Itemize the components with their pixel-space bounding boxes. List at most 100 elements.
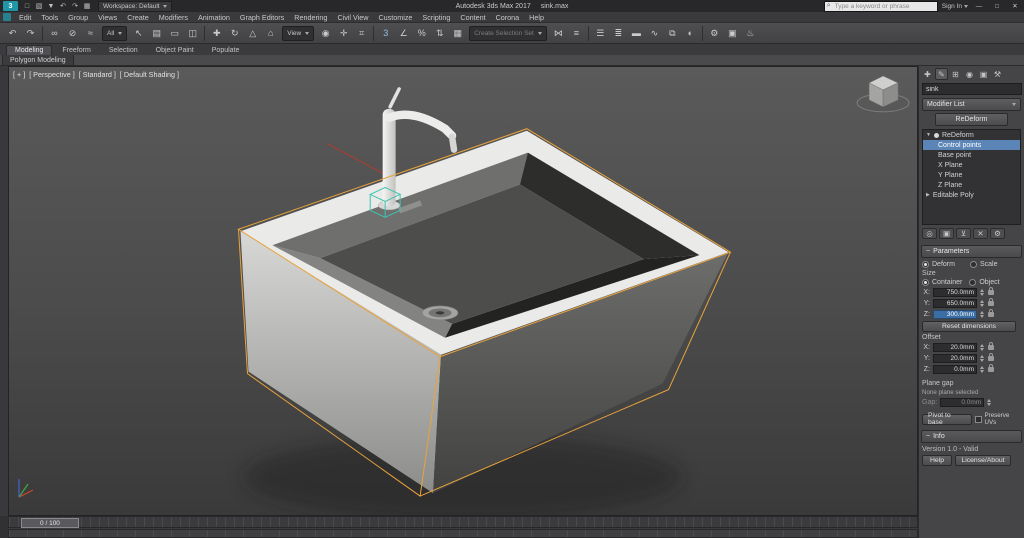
menu-views[interactable]: Views — [93, 13, 122, 22]
align-button[interactable]: ≡ — [568, 25, 585, 42]
menu-graph-editors[interactable]: Graph Editors — [235, 13, 289, 22]
close-button[interactable]: ✕ — [1008, 1, 1022, 11]
lock-icon[interactable] — [988, 345, 994, 350]
select-by-name-button[interactable]: ▤ — [148, 25, 165, 42]
use-pivot-point-center-button[interactable]: ◉ — [317, 25, 334, 42]
lock-icon[interactable] — [988, 301, 994, 306]
size-y-field[interactable]: 650.0mm — [933, 299, 977, 308]
viewcube[interactable] — [857, 76, 909, 112]
menu-animation[interactable]: Animation — [193, 13, 235, 22]
maximize-button[interactable]: □ — [990, 1, 1004, 11]
snaps-toggle-button[interactable]: 3 — [377, 25, 394, 42]
size-x-field[interactable]: 750.0mm — [933, 288, 977, 297]
size-x-spinner[interactable] — [980, 289, 984, 296]
selection-filter-dropdown[interactable]: All — [102, 26, 127, 41]
tab-create[interactable]: ✚ — [921, 68, 934, 80]
material-editor-button[interactable]: ◐ — [682, 25, 699, 42]
offset-y-spinner[interactable] — [980, 355, 984, 362]
reset-dimensions-button[interactable]: Reset dimensions — [922, 321, 1016, 332]
size-y-spinner[interactable] — [980, 300, 984, 307]
ribbon-tab-selection[interactable]: Selection — [101, 46, 146, 55]
ribbon-tab-populate[interactable]: Populate — [204, 46, 248, 55]
stack-item-z-plane[interactable]: Z Plane — [923, 180, 1020, 190]
signin-menu[interactable]: Sign In — [942, 3, 968, 10]
toggle-ribbon-button[interactable]: ▬ — [628, 25, 645, 42]
spinner-snap-toggle-button[interactable]: ⇅ — [431, 25, 448, 42]
select-and-link-button[interactable]: ∞ — [46, 25, 63, 42]
menu-scripting[interactable]: Scripting — [417, 13, 455, 22]
tab-hierarchy[interactable]: ⊞ — [949, 68, 962, 80]
new-scene-button[interactable]: □ — [21, 1, 33, 11]
tab-utilities[interactable]: ⚒ — [991, 68, 1004, 80]
modifier-list-dropdown[interactable]: Modifier List — [922, 98, 1021, 111]
menu-tools[interactable]: Tools — [36, 13, 63, 22]
keyboard-shortcut-override-button[interactable]: ⌗ — [353, 25, 370, 42]
toggle-layer-explorer-button[interactable]: ≣ — [610, 25, 627, 42]
search-input[interactable] — [833, 2, 933, 10]
menu-civil-view[interactable]: Civil View — [332, 13, 373, 22]
sink-model[interactable] — [240, 131, 728, 493]
curve-editor-button[interactable]: ∿ — [646, 25, 663, 42]
redeform-banner-button[interactable]: ReDeform — [935, 113, 1008, 126]
object-radio[interactable] — [969, 279, 976, 286]
redo-quick-button[interactable]: ↷ — [69, 1, 81, 11]
select-and-move-button[interactable]: ✚ — [208, 25, 225, 42]
viewport-general-menu[interactable]: [ + ] — [13, 70, 25, 79]
stack-item-y-plane[interactable]: Y Plane — [923, 170, 1020, 180]
rollout-info-header[interactable]: − Info — [921, 430, 1022, 443]
select-and-place-button[interactable]: ⌂ — [262, 25, 279, 42]
named-selection-set-dropdown[interactable]: Create Selection Set — [469, 26, 547, 41]
pivot-to-base-button[interactable]: Pivot to base — [922, 414, 972, 425]
viewport-standard-menu[interactable]: [ Standard ] — [79, 70, 116, 79]
menu-customize[interactable]: Customize — [373, 13, 417, 22]
select-object-button[interactable]: ↖ — [130, 25, 147, 42]
reference-coordinate-dropdown[interactable]: View — [282, 26, 314, 41]
redo-button[interactable]: ↷ — [22, 25, 39, 42]
ribbon-panel-polygon-modeling[interactable]: Polygon Modeling — [2, 55, 74, 66]
gap-spinner[interactable] — [987, 399, 991, 406]
angle-snap-toggle-button[interactable]: ∠ — [395, 25, 412, 42]
percent-snap-toggle-button[interactable]: % — [413, 25, 430, 42]
toggle-scene-explorer-button[interactable]: ☰ — [592, 25, 609, 42]
object-name-field[interactable] — [922, 83, 1022, 95]
menu-edit[interactable]: Edit — [14, 13, 36, 22]
preserve-uvs-checkbox[interactable] — [975, 416, 982, 423]
search-box[interactable]: ⌕ — [824, 1, 938, 12]
ribbon-tab-freeform[interactable]: Freeform — [54, 46, 98, 55]
menu-rendering[interactable]: Rendering — [289, 13, 332, 22]
render-production-button[interactable]: ♨ — [742, 25, 759, 42]
menu-content[interactable]: Content — [455, 13, 490, 22]
ribbon-tab-modeling[interactable]: Modeling — [6, 45, 52, 55]
offset-z-field[interactable]: 0.0mm — [933, 365, 977, 374]
configure-modifier-sets-button[interactable]: ⚙ — [990, 228, 1005, 239]
select-and-manipulate-button[interactable]: ✛ — [335, 25, 352, 42]
select-and-scale-button[interactable]: △ — [244, 25, 261, 42]
gap-field[interactable]: 0.0mm — [940, 398, 984, 407]
remove-modifier-button[interactable]: ✕ — [973, 228, 988, 239]
edit-named-selection-sets-button[interactable]: ▦ — [449, 25, 466, 42]
window-crossing-toggle-button[interactable]: ◫ — [184, 25, 201, 42]
tab-motion[interactable]: ◉ — [963, 68, 976, 80]
modifier-visibility-icon[interactable] — [934, 133, 939, 138]
stack-item-x-plane[interactable]: X Plane — [923, 160, 1020, 170]
offset-z-spinner[interactable] — [980, 366, 984, 373]
bind-to-space-warp-button[interactable]: ≈ — [82, 25, 99, 42]
rollout-parameters-header[interactable]: − Parameters — [921, 245, 1022, 258]
ribbon-tab-object-paint[interactable]: Object Paint — [148, 46, 202, 55]
size-z-spinner[interactable] — [980, 311, 984, 318]
stack-item-editable-poly[interactable]: ▶ Editable Poly — [923, 190, 1020, 200]
lock-icon[interactable] — [988, 312, 994, 317]
expand-icon[interactable]: ▼ — [926, 132, 931, 138]
minimize-button[interactable]: — — [972, 1, 986, 11]
workspace-dropdown[interactable]: Workspace: Default — [98, 1, 172, 12]
app-logo[interactable]: 3 — [3, 1, 18, 11]
menu-corona[interactable]: Corona — [491, 13, 525, 22]
lock-icon[interactable] — [988, 367, 994, 372]
stack-item-base-point[interactable]: Base point — [923, 150, 1020, 160]
tab-modify[interactable]: ✎ — [935, 68, 948, 80]
deform-radio[interactable] — [922, 261, 929, 268]
tab-display[interactable]: ▣ — [977, 68, 990, 80]
timeline-track[interactable]: 0 / 100 — [8, 516, 918, 528]
undo-button[interactable]: ↶ — [4, 25, 21, 42]
show-end-result-button[interactable]: ▣ — [939, 228, 954, 239]
